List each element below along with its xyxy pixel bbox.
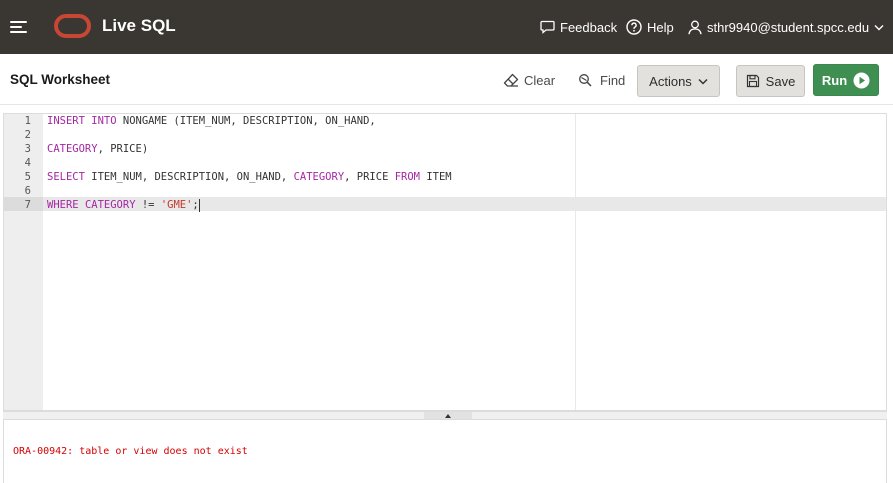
line-number: 7 bbox=[24, 199, 31, 211]
pane-splitter[interactable] bbox=[3, 411, 887, 420]
chevron-down-icon bbox=[874, 24, 884, 30]
hamburger-menu-icon[interactable] bbox=[10, 19, 27, 35]
chevron-down-icon bbox=[698, 78, 708, 85]
user-icon bbox=[688, 20, 702, 34]
user-email: sthr9940@student.spcc.edu bbox=[707, 19, 870, 35]
line-number: 3 bbox=[24, 143, 31, 155]
line-number: 4 bbox=[24, 157, 31, 169]
top-header-bar: Live SQL Feedback Help sthr9940@student.… bbox=[0, 0, 893, 54]
line-number: 1 bbox=[24, 115, 31, 127]
feedback-icon bbox=[540, 20, 555, 34]
find-label: Find bbox=[600, 72, 626, 88]
code-line[interactable]: INSERT INTO NONGAME (ITEM_NUM, DESCRIPTI… bbox=[47, 114, 376, 128]
app-title[interactable]: Live SQL bbox=[102, 16, 176, 36]
help-link[interactable]: Help bbox=[626, 18, 674, 36]
output-pane: ORA-00942: table or view does not exist bbox=[3, 420, 887, 483]
save-label: Save bbox=[765, 73, 796, 89]
play-icon bbox=[853, 72, 870, 88]
help-label: Help bbox=[647, 19, 674, 35]
save-icon bbox=[746, 74, 759, 88]
collapse-arrow-icon bbox=[445, 413, 451, 418]
code-line[interactable]: SELECT ITEM_NUM, DESCRIPTION, ON_HAND, C… bbox=[47, 170, 452, 184]
clear-label: Clear bbox=[524, 72, 556, 88]
line-number: 5 bbox=[24, 171, 31, 183]
feedback-link[interactable]: Feedback bbox=[540, 18, 617, 36]
find-replace-icon bbox=[579, 73, 592, 87]
save-button[interactable]: Save bbox=[736, 65, 805, 97]
worksheet-toolbar: SQL Worksheet Clear Find Actions Save bbox=[0, 54, 893, 105]
help-icon bbox=[626, 19, 642, 35]
actions-dropdown[interactable]: Actions bbox=[637, 65, 720, 97]
sql-editor[interactable]: 1 2 3 4 5 6 7 INSERT INTO NONGAME (ITEM_… bbox=[3, 113, 887, 411]
user-menu[interactable]: sthr9940@student.spcc.edu bbox=[688, 18, 884, 36]
oracle-logo[interactable] bbox=[54, 14, 91, 38]
line-number: 2 bbox=[24, 129, 31, 141]
run-button[interactable]: Run bbox=[813, 64, 879, 96]
clear-button[interactable]: Clear bbox=[503, 72, 555, 88]
error-message: ORA-00942: table or view does not exist bbox=[13, 446, 248, 457]
code-line[interactable]: WHERE CATEGORY != 'GME'; bbox=[47, 198, 200, 212]
find-button[interactable]: Find bbox=[578, 72, 625, 88]
print-margin bbox=[575, 114, 576, 410]
eraser-icon bbox=[503, 73, 519, 87]
line-number: 6 bbox=[24, 185, 31, 197]
actions-label: Actions bbox=[649, 73, 692, 89]
page-title: SQL Worksheet bbox=[10, 72, 111, 87]
run-label: Run bbox=[821, 72, 848, 88]
feedback-label: Feedback bbox=[560, 19, 618, 35]
text-cursor bbox=[198, 198, 200, 212]
splitter-handle[interactable] bbox=[424, 412, 472, 419]
code-line[interactable]: CATEGORY, PRICE) bbox=[47, 142, 148, 156]
